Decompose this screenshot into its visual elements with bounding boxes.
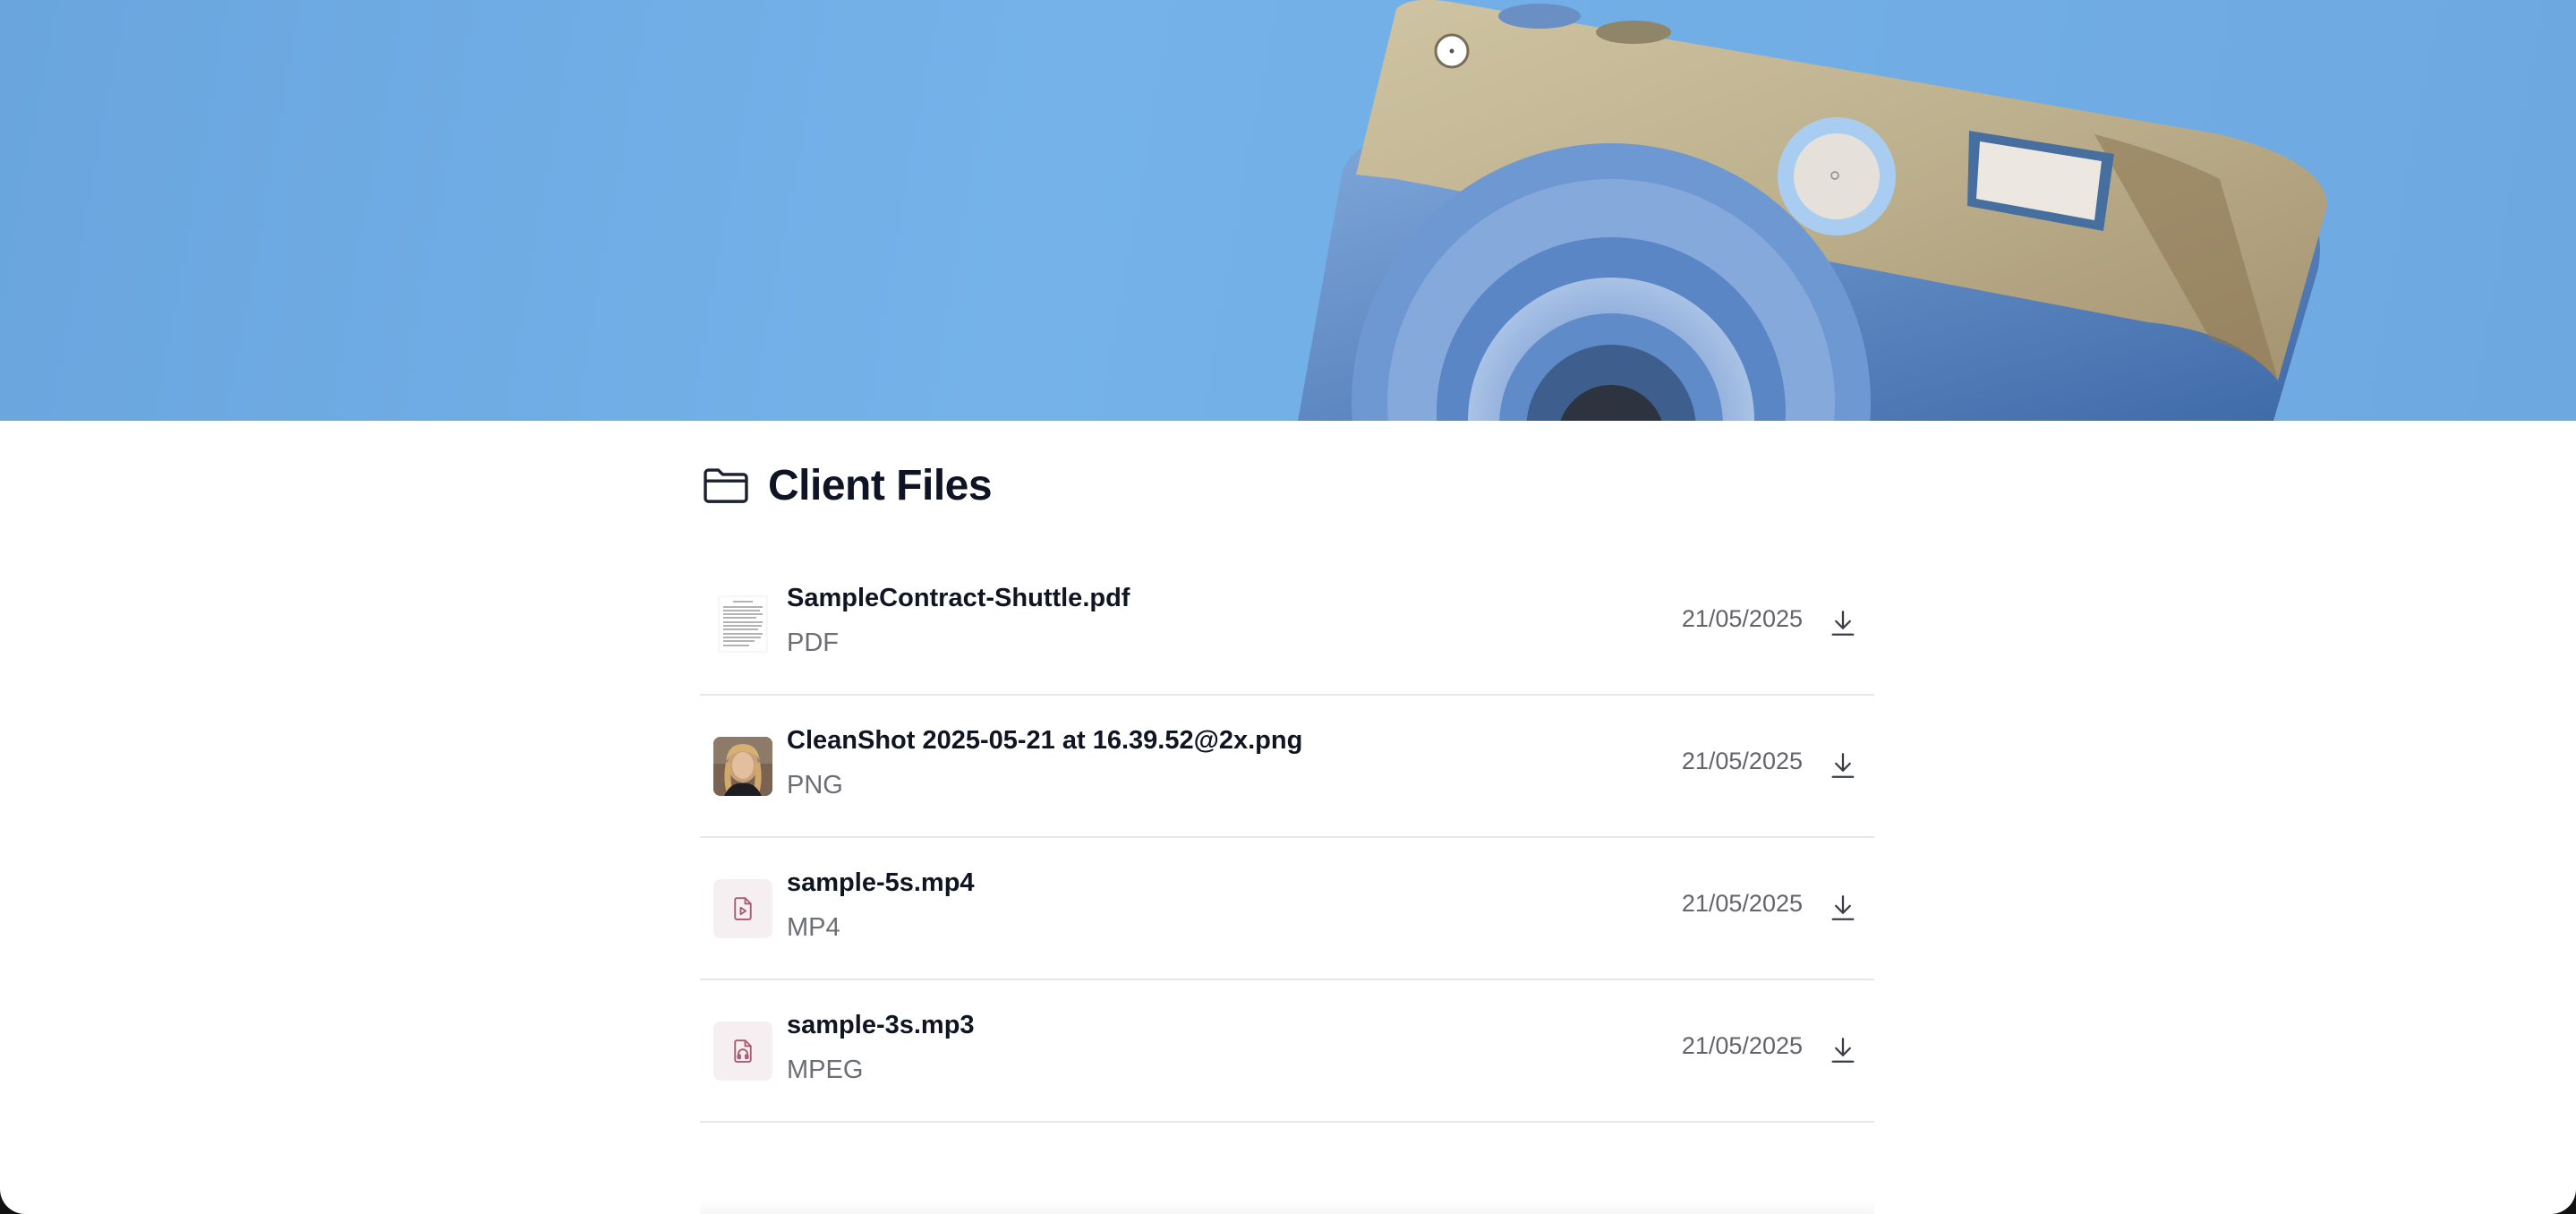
bottom-divider — [700, 1200, 1874, 1214]
download-icon[interactable] — [1828, 607, 1858, 639]
file-type: PDF — [787, 628, 839, 657]
file-list: SampleContract-Shuttle.pdf PDF 21/05/202… — [700, 553, 1874, 1123]
file-type: PNG — [787, 771, 843, 799]
file-date: 21/05/2025 — [1681, 890, 1803, 917]
download-icon[interactable] — [1828, 892, 1858, 924]
hero-banner — [0, 0, 2576, 421]
photo-thumbnail — [713, 737, 772, 796]
file-date: 21/05/2025 — [1681, 605, 1803, 632]
file-row[interactable]: sample-3s.mp3 MPEG 21/05/2025 — [700, 980, 1874, 1123]
file-type: MP4 — [787, 913, 840, 942]
file-row[interactable]: sample-5s.mp4 MP4 21/05/2025 — [700, 838, 1874, 980]
document-thumbnail — [713, 594, 772, 654]
file-name[interactable]: SampleContract-Shuttle.pdf — [787, 584, 1130, 613]
file-date: 21/05/2025 — [1681, 748, 1803, 774]
camera-illustration — [1298, 0, 2327, 421]
file-date: 21/05/2025 — [1681, 1032, 1803, 1059]
page: Client Files SampleContract-Shuttle.pdf … — [0, 0, 2576, 1214]
download-icon[interactable] — [1828, 1034, 1858, 1066]
download-icon[interactable] — [1828, 749, 1858, 782]
video-file-icon — [713, 879, 772, 938]
section-header: Client Files — [700, 459, 993, 511]
file-row[interactable]: SampleContract-Shuttle.pdf PDF 21/05/202… — [700, 553, 1874, 696]
file-name[interactable]: CleanShot 2025-05-21 at 16.39.52@2x.png — [787, 726, 1302, 756]
file-name[interactable]: sample-5s.mp4 — [787, 868, 975, 898]
file-row[interactable]: CleanShot 2025-05-21 at 16.39.52@2x.png … — [700, 696, 1874, 838]
section-title: Client Files — [768, 461, 993, 509]
file-type: MPEG — [787, 1056, 864, 1084]
folder-icon — [704, 468, 748, 503]
audio-file-icon — [713, 1022, 772, 1081]
file-name[interactable]: sample-3s.mp3 — [787, 1011, 975, 1040]
